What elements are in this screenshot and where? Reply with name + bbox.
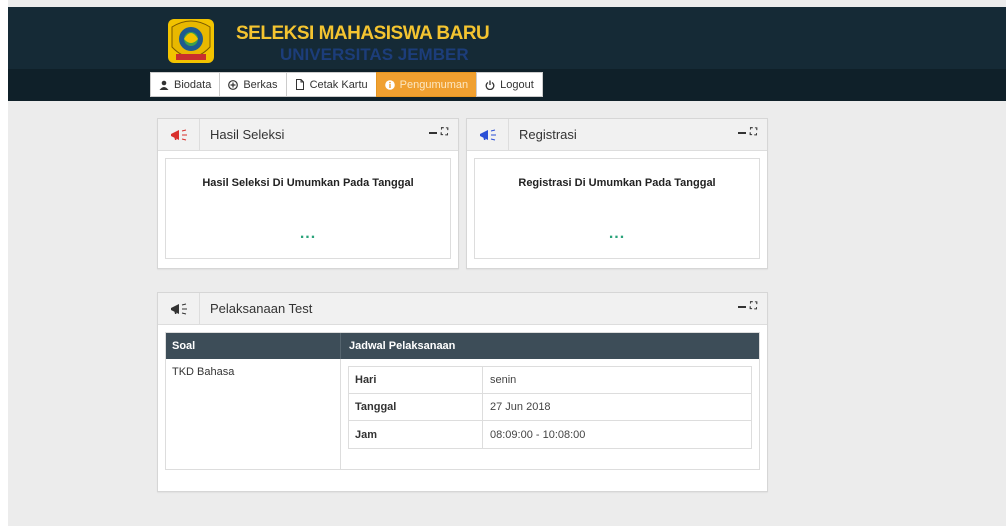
megaphone-icon	[170, 302, 187, 315]
table-row: TKD Bahasa Hari senin Tanggal 27 Jun 201…	[166, 359, 759, 469]
panel-registrasi: Registrasi ⛶ Registrasi Di Umumkan Pada …	[466, 118, 768, 269]
panel-registrasi-body: Registrasi Di Umumkan Pada Tanggal ...	[467, 151, 767, 266]
hasil-seleksi-message: Hasil Seleksi Di Umumkan Pada Tanggal	[202, 177, 414, 189]
brand-subtitle: UNIVERSITAS JEMBER	[280, 45, 469, 64]
col-soal-header: Soal	[166, 333, 341, 359]
hasil-seleksi-date: ...	[299, 225, 317, 242]
brand-title: SELEKSI MAHASISWA BARU	[236, 23, 490, 44]
panel-registrasi-title: Registrasi	[519, 127, 577, 142]
jadwal-cell: Hari senin Tanggal 27 Jun 2018 Jam 08:09…	[341, 359, 759, 469]
test-table-header: Soal Jadwal Pelaksanaan	[166, 333, 759, 359]
site-header: SELEKSI MAHASISWA BARU UNIVERSITAS JEMBE…	[8, 7, 1006, 101]
schedule-row-jam: Jam 08:09:00 - 10:08:00	[349, 421, 751, 448]
announcement-box: Registrasi Di Umumkan Pada Tanggal ...	[474, 158, 760, 259]
nav-logout-label: Logout	[500, 78, 534, 91]
nav-biodata-label: Biodata	[174, 78, 212, 91]
nav-berkas[interactable]: Berkas	[219, 72, 287, 97]
nav-cetak-kartu[interactable]: Cetak Kartu	[285, 72, 377, 97]
megaphone-icon-cell	[158, 292, 200, 325]
circle-plus-icon	[228, 79, 239, 90]
panel-hasil-seleksi: Hasil Seleksi ⛶ Hasil Seleksi Di Umumkan…	[157, 118, 459, 269]
schedule-row-hari: Hari senin	[349, 367, 751, 394]
registrasi-date: ...	[608, 225, 626, 242]
schedule-value: 08:09:00 - 10:08:00	[490, 428, 586, 441]
expand-icon[interactable]: ⛶	[750, 302, 757, 312]
panel-pelaksanaan-test-title: Pelaksanaan Test	[210, 301, 313, 316]
panel-hasil-seleksi-header: Hasil Seleksi ⛶	[158, 118, 458, 151]
expand-icon[interactable]: ⛶	[750, 128, 757, 138]
announcement-box: Hasil Seleksi Di Umumkan Pada Tanggal ..…	[165, 158, 451, 259]
col-jadwal-header: Jadwal Pelaksanaan	[349, 340, 456, 352]
minimize-icon[interactable]	[429, 132, 437, 134]
registrasi-message: Registrasi Di Umumkan Pada Tanggal	[518, 177, 716, 189]
minimize-icon[interactable]	[738, 132, 746, 134]
schedule-row-tanggal: Tanggal 27 Jun 2018	[349, 394, 751, 421]
megaphone-icon	[170, 128, 187, 141]
schedule-key: Tanggal	[349, 394, 483, 420]
minimize-icon[interactable]	[738, 306, 746, 308]
university-logo	[168, 19, 214, 63]
panel-hasil-seleksi-title: Hasil Seleksi	[210, 127, 285, 142]
panel-pelaksanaan-test: Pelaksanaan Test ⛶ Soal Jadwal Pelaksana…	[157, 292, 768, 492]
expand-icon[interactable]: ⛶	[441, 128, 448, 138]
schedule-value: 27 Jun 2018	[490, 401, 551, 413]
panel-pelaksanaan-test-body: Soal Jadwal Pelaksanaan TKD Bahasa Hari …	[158, 325, 767, 470]
schedule-table: Hari senin Tanggal 27 Jun 2018 Jam 08:09…	[348, 366, 752, 449]
main-nav: Biodata Berkas Cetak Kartu Pengumuman Lo…	[150, 72, 543, 98]
nav-biodata[interactable]: Biodata	[150, 72, 221, 97]
nav-pengumuman[interactable]: Pengumuman	[375, 72, 478, 97]
soal-cell: TKD Bahasa	[166, 359, 341, 469]
megaphone-icon	[479, 128, 496, 141]
panel-tools: ⛶	[429, 128, 448, 138]
schedule-key: Jam	[349, 421, 483, 448]
megaphone-icon-cell	[467, 118, 509, 151]
info-icon	[384, 79, 395, 90]
panel-tools: ⛶	[738, 302, 757, 312]
panel-hasil-seleksi-body: Hasil Seleksi Di Umumkan Pada Tanggal ..…	[158, 151, 458, 266]
user-icon	[159, 80, 169, 90]
panel-tools: ⛶	[738, 128, 757, 138]
nav-cetak-kartu-label: Cetak Kartu	[309, 78, 368, 91]
nav-pengumuman-label: Pengumuman	[399, 78, 469, 91]
left-margin	[0, 0, 8, 526]
file-icon	[295, 79, 304, 90]
nav-berkas-label: Berkas	[243, 78, 278, 91]
test-table: Soal Jadwal Pelaksanaan TKD Bahasa Hari …	[165, 332, 760, 470]
megaphone-icon-cell	[158, 118, 200, 151]
schedule-value: senin	[490, 374, 517, 386]
schedule-key: Hari	[349, 367, 483, 393]
nav-logout[interactable]: Logout	[476, 72, 543, 97]
panel-registrasi-header: Registrasi ⛶	[467, 118, 767, 151]
panel-pelaksanaan-test-header: Pelaksanaan Test ⛶	[158, 292, 767, 325]
power-icon	[485, 80, 495, 90]
